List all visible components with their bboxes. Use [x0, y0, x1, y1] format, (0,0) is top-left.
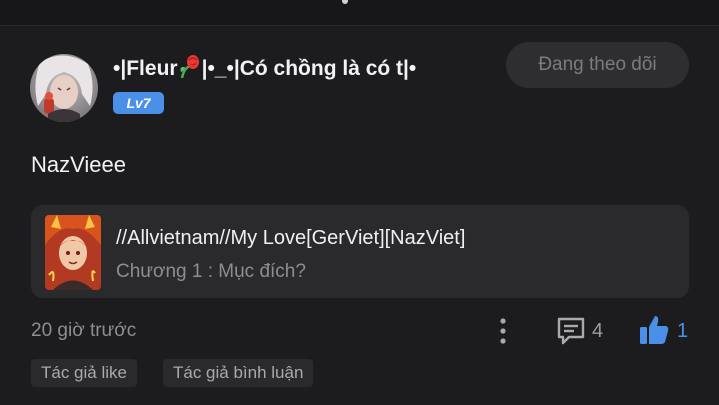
author-commented-tag: Tác giả bình luận	[163, 359, 314, 387]
post-time: 20 giờ trước	[31, 320, 137, 341]
like-count: 1	[677, 320, 689, 342]
top-indicator	[342, 0, 348, 4]
thumbs-up-icon[interactable]	[637, 313, 671, 347]
rose-emoji-icon	[178, 54, 202, 80]
author-name-prefix: •|Fleur	[113, 57, 178, 80]
post-card: •|Fleur |•_•|Có chồng là có t|• Lv7 Đang …	[0, 26, 719, 405]
story-chapter: Chương 1 : Mục đích?	[116, 261, 306, 282]
level-badge: Lv7	[113, 92, 164, 114]
top-bar	[0, 0, 719, 26]
avatar[interactable]	[30, 54, 98, 122]
story-title: //Allvietnam//My Love[GerViet][NazViet]	[116, 227, 466, 249]
more-vertical-icon[interactable]	[492, 316, 514, 346]
author-name-suffix: |•_•|Có chồng là có t|•	[201, 57, 417, 80]
story-cover-image	[45, 215, 101, 290]
following-button[interactable]: Đang theo dõi	[506, 42, 689, 88]
comment-count: 4	[592, 320, 604, 342]
author-name[interactable]: •|Fleur |•_•|Có chồng là có t|•	[113, 54, 416, 81]
author-liked-tag: Tác giả like	[31, 359, 137, 387]
post-text: NazVieee	[31, 152, 126, 177]
linked-story-card[interactable]: //Allvietnam//My Love[GerViet][NazViet] …	[31, 205, 689, 298]
comment-icon[interactable]	[555, 315, 587, 347]
